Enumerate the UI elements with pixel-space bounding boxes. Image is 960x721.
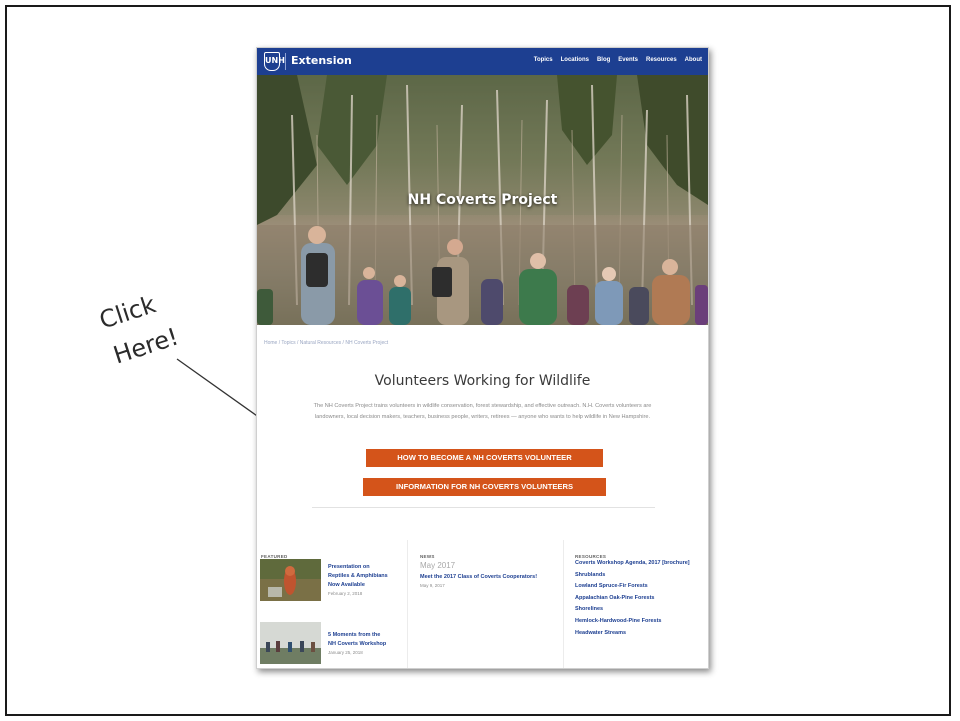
- nav-events[interactable]: Events: [618, 57, 638, 63]
- resources-list: Coverts Workshop Agenda, 2017 [brochure]…: [575, 558, 705, 639]
- featured-item-2-date: January 25, 2018: [328, 650, 363, 655]
- news-item-date: May 9, 2017: [420, 583, 445, 588]
- news-item-title[interactable]: Meet the 2017 Class of Coverts Cooperato…: [420, 574, 537, 580]
- nav-topics[interactable]: Topics: [534, 57, 553, 63]
- featured-thumb-workshop[interactable]: [260, 622, 321, 664]
- resource-link[interactable]: Hemlock-Hardwood-Pine Forests: [575, 616, 705, 628]
- content-divider: [312, 507, 655, 508]
- intro-text: The NH Coverts Project trains volunteers…: [313, 403, 652, 420]
- unh-shield-icon[interactable]: UNH: [264, 52, 285, 71]
- become-volunteer-button[interactable]: HOW TO BECOME A NH COVERTS VOLUNTEER: [366, 449, 603, 467]
- featured-thumb-reptile[interactable]: [260, 559, 321, 601]
- webpage-screenshot: UNH Extension Topics Locations Blog Even…: [256, 47, 709, 669]
- resource-link[interactable]: Shrublands: [575, 570, 705, 582]
- column-separator-2: [563, 540, 564, 668]
- resource-link[interactable]: Headwater Streams: [575, 628, 705, 640]
- nav-resources[interactable]: Resources: [646, 57, 677, 63]
- featured-item-1-line2: Reptiles & Amphibians: [328, 573, 388, 579]
- top-navbar: UNH Extension Topics Locations Blog Even…: [257, 48, 708, 75]
- nav-links: Topics Locations Blog Events Resources A…: [534, 57, 702, 63]
- resource-link[interactable]: Shorelines: [575, 604, 705, 616]
- breadcrumb[interactable]: Home / Topics / Natural Resources / NH C…: [264, 340, 388, 346]
- resource-link[interactable]: Coverts Workshop Agenda, 2017 [brochure]: [575, 558, 705, 570]
- nav-locations[interactable]: Locations: [561, 57, 589, 63]
- featured-item-1-date: February 2, 2018: [328, 591, 363, 596]
- hero-title: NH Coverts Project: [407, 192, 558, 208]
- news-month: May 2017: [420, 561, 456, 570]
- hero-image: NH Coverts Project: [257, 75, 708, 325]
- featured-item-2-title[interactable]: 5 Moments from the NH Coverts Workshop: [328, 631, 386, 649]
- news-heading-label: NEWS: [420, 554, 435, 559]
- logo-divider: [285, 53, 286, 70]
- column-separator-1: [407, 540, 408, 668]
- featured-item-1-line3: Now Available: [328, 582, 365, 588]
- featured-item-2-line2: NH Coverts Workshop: [328, 641, 387, 647]
- featured-item-1-title[interactable]: Presentation on Reptiles & Amphibians No…: [328, 563, 388, 590]
- volunteer-info-button[interactable]: INFORMATION FOR NH COVERTS VOLUNTEERS: [363, 478, 606, 496]
- resource-link[interactable]: Lowland Spruce-Fir Forests: [575, 581, 705, 593]
- resource-link[interactable]: Appalachian Oak-Pine Forests: [575, 593, 705, 605]
- featured-item-1-line1: Presentation on: [328, 564, 370, 570]
- nav-about[interactable]: About: [685, 57, 702, 63]
- nav-blog[interactable]: Blog: [597, 57, 610, 63]
- featured-item-2-line1: 5 Moments from the: [328, 632, 381, 638]
- brand-name[interactable]: Extension: [291, 54, 352, 67]
- page-title: Volunteers Working for Wildlife: [374, 373, 591, 389]
